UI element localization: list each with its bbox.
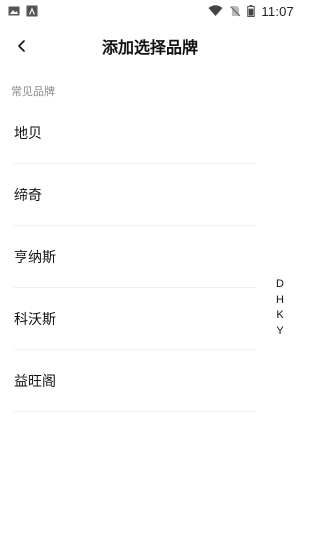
- index-letter-d[interactable]: D: [276, 277, 284, 293]
- brand-item-dibei[interactable]: 地贝: [14, 102, 256, 164]
- index-letter-k[interactable]: K: [276, 308, 283, 324]
- brand-list: 地贝 缔奇 亨纳斯 科沃斯 益旺阁: [14, 102, 256, 412]
- chevron-left-icon: [18, 40, 25, 52]
- wifi-icon: [208, 5, 223, 16]
- index-letter-h[interactable]: H: [276, 293, 284, 309]
- no-sim-icon: [230, 6, 241, 17]
- brand-item-hengnasi[interactable]: 亨纳斯: [14, 226, 256, 288]
- app-icon: [26, 5, 38, 17]
- index-letter-y[interactable]: Y: [276, 324, 283, 340]
- image-icon: [8, 6, 20, 16]
- alphabet-index: D H K Y: [276, 277, 284, 339]
- status-bar: 11:07: [0, 0, 300, 22]
- header: 添加选择品牌: [0, 26, 300, 66]
- back-button[interactable]: [10, 34, 34, 58]
- status-bar-left: [8, 5, 38, 17]
- section-label-common-brands: 常见品牌: [11, 85, 55, 98]
- battery-icon: [247, 5, 256, 17]
- screen: 11:07 添加选择品牌 常见品牌 地贝 缔奇 亨纳斯 科沃斯 益旺阁 D H …: [0, 0, 300, 533]
- brand-item-kewosi[interactable]: 科沃斯: [14, 288, 256, 350]
- status-bar-right: 11:07: [208, 4, 294, 19]
- brand-item-yiwangge[interactable]: 益旺阁: [14, 350, 256, 412]
- page-title: 添加选择品牌: [101, 38, 198, 57]
- status-time: 11:07: [261, 3, 294, 19]
- brand-item-diqi[interactable]: 缔奇: [14, 164, 256, 226]
